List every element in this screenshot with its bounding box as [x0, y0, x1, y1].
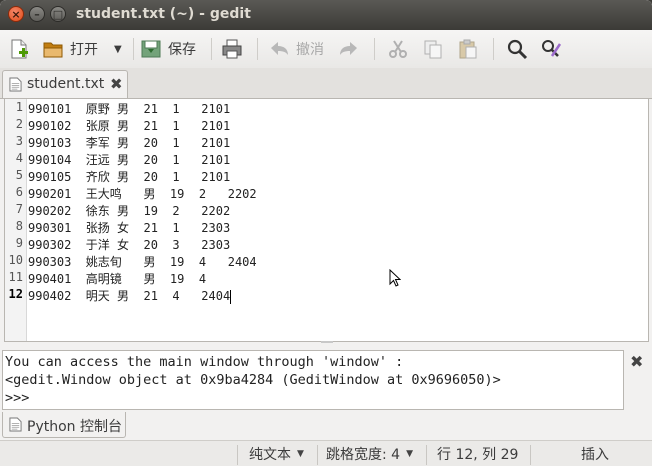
print-icon: [222, 39, 242, 59]
text-line: 990101 原野 男 21 1 2101: [28, 102, 231, 116]
close-tab-icon[interactable]: ✖: [110, 75, 123, 93]
undo-icon: [271, 42, 288, 55]
text-line: 990102 张原 男 21 1 2101: [28, 119, 231, 133]
gedit-window: × – □ student.txt (~) - gedit 打开 ▼ 保存 撤消…: [0, 0, 652, 466]
print-button[interactable]: [221, 34, 243, 64]
syntax-mode-label: 纯文本: [249, 447, 291, 463]
open-recent-dropdown[interactable]: ▼: [114, 34, 122, 64]
line-number: 6: [15, 185, 23, 199]
line-number: 4: [15, 151, 23, 165]
line-number: 8: [15, 219, 23, 233]
text-line: 990201 王大鸣 男 19 2 2202: [28, 187, 257, 201]
status-separator: [530, 445, 531, 465]
toolbar-separator: [257, 38, 258, 60]
copy-icon: [424, 40, 442, 59]
cursor-position: 行 12, 列 29: [437, 447, 519, 463]
text-editor[interactable]: 1 2 3 4 5 6 7 8 9 10 11 12 990101 原野 男 2…: [4, 98, 649, 343]
toolbar-separator: [133, 38, 134, 60]
paste-button[interactable]: [457, 34, 479, 64]
text-line: 990303 姚志旬 男 19 4 2404: [28, 255, 257, 269]
chevron-down-icon: ▼: [297, 449, 304, 459]
maximize-window-button[interactable]: □: [50, 6, 66, 22]
line-number: 3: [15, 134, 23, 148]
python-console[interactable]: You can access the main window through '…: [2, 350, 624, 410]
console-line: You can access the main window through '…: [5, 354, 404, 370]
tab-python-console[interactable]: Python 控制台: [2, 412, 126, 438]
line-number: 5: [15, 168, 23, 182]
chevron-down-icon: ▼: [114, 43, 122, 55]
find-replace-icon: [542, 40, 562, 57]
text-line: 990301 张扬 女 21 1 2303: [28, 221, 231, 235]
console-line: <gedit.Window object at 0x9ba4284 (Gedit…: [5, 372, 501, 388]
redo-icon: [340, 42, 357, 55]
save-icon: [141, 40, 161, 58]
status-separator: [317, 445, 318, 465]
line-number: 7: [15, 202, 23, 216]
insert-mode-indicator: 插入: [581, 447, 609, 463]
document-tab-bar: student.txt ✖: [0, 68, 652, 99]
tab-student-txt[interactable]: student.txt ✖: [2, 70, 128, 98]
new-document-button[interactable]: [8, 34, 30, 64]
line-number: 2: [15, 117, 23, 131]
redo-button[interactable]: [338, 34, 360, 64]
line-number: 11: [8, 270, 23, 284]
close-bottom-pane-icon[interactable]: ✖: [630, 352, 643, 371]
line-number-gutter: 1 2 3 4 5 6 7 8 9 10 11 12: [5, 99, 27, 341]
toolbar-separator: [493, 38, 494, 60]
text-line-current: 990402 明天 男 21 4 2404: [28, 287, 232, 304]
copy-button[interactable]: [422, 34, 444, 64]
text-cursor: [230, 289, 232, 304]
tab-width-label: 跳格宽度: 4: [326, 447, 401, 463]
new-document-icon: [11, 39, 28, 59]
folder-open-icon: [43, 42, 63, 58]
toolbar: 打开 ▼ 保存 撤消: [0, 30, 652, 68]
text-line: 990105 齐欣 男 20 1 2101: [28, 170, 231, 184]
text-line: 990302 于洋 女 20 3 2303: [28, 238, 231, 252]
toolbar-separator: [211, 38, 212, 60]
save-button[interactable]: 保存: [140, 34, 196, 64]
undo-button[interactable]: 撤消: [268, 34, 324, 64]
line-number: 10: [8, 253, 23, 267]
save-label: 保存: [168, 42, 196, 58]
close-window-button[interactable]: ×: [8, 6, 24, 22]
text-line: 990401 高明镜 男 19 4: [28, 272, 207, 286]
find-button[interactable]: [506, 34, 528, 64]
tab-width-dropdown[interactable]: 跳格宽度: 4 ▼: [326, 441, 413, 466]
tab-label: student.txt: [27, 76, 105, 92]
status-bar: 纯文本 ▼ 跳格宽度: 4 ▼ 行 12, 列 29 插入: [0, 440, 652, 466]
line-number: 9: [15, 236, 23, 250]
cut-button[interactable]: [387, 34, 409, 64]
pane-resize-handle[interactable]: [321, 341, 333, 343]
search-icon: [507, 39, 528, 60]
current-line-text: 990402 明天 男 21 4 2404: [28, 289, 231, 303]
text-line: 990104 汪远 男 20 1 2101: [28, 153, 231, 167]
status-separator: [426, 445, 427, 465]
paste-icon: [459, 39, 477, 59]
undo-label: 撤消: [296, 42, 324, 58]
syntax-highlight-dropdown[interactable]: 纯文本 ▼: [249, 441, 304, 466]
open-button[interactable]: 打开: [42, 34, 98, 64]
chevron-down-icon: ▼: [406, 449, 413, 459]
line-number-current: 12: [8, 287, 23, 301]
text-line: 990103 李军 男 20 1 2101: [28, 136, 231, 150]
line-number: 1: [15, 100, 23, 114]
text-document-icon: [9, 77, 22, 92]
status-separator: [237, 445, 238, 465]
find-replace-button[interactable]: [540, 34, 562, 64]
minimize-window-button[interactable]: –: [29, 6, 45, 22]
title-bar[interactable]: × – □ student.txt (~) - gedit: [0, 0, 652, 30]
window-title: student.txt (~) - gedit: [76, 6, 251, 22]
open-label: 打开: [70, 42, 98, 58]
toolbar-separator: [374, 38, 375, 60]
mouse-cursor-icon: [389, 268, 402, 287]
console-document-icon: [9, 417, 22, 432]
text-line: 990202 徐东 男 19 2 2202: [28, 204, 231, 218]
scissors-icon: [389, 40, 407, 58]
console-prompt[interactable]: >>>: [5, 390, 29, 406]
python-console-tab-label: Python 控制台: [27, 419, 122, 435]
